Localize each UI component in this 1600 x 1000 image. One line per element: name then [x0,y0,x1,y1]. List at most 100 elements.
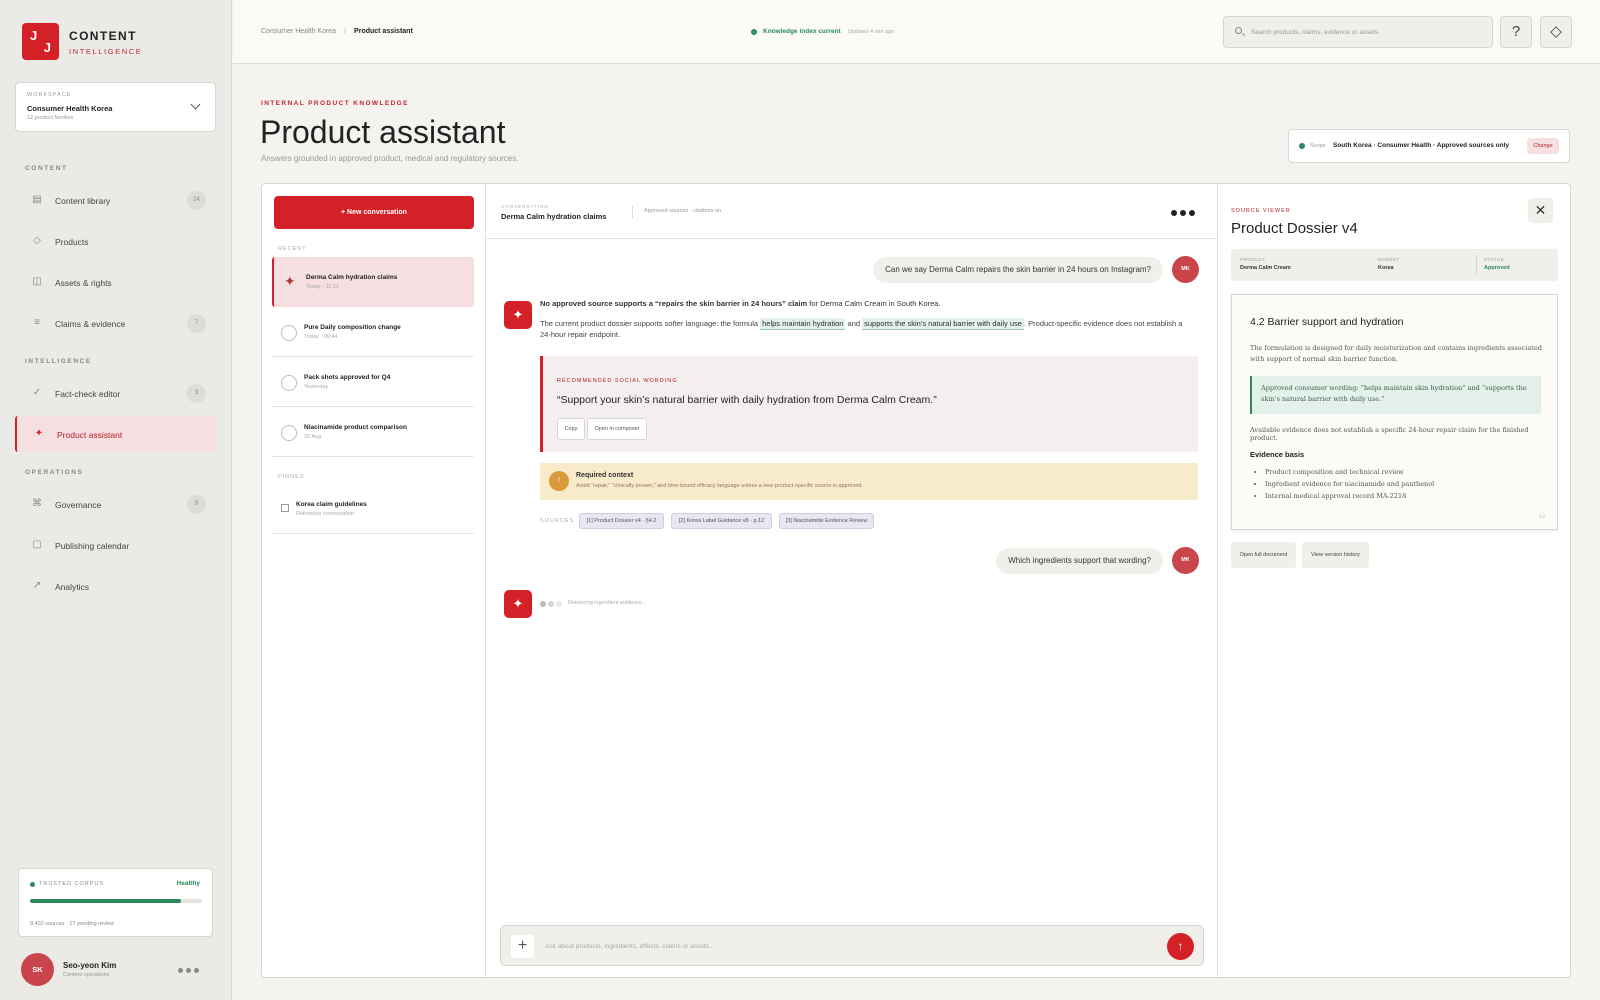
source-chip[interactable]: [2] Korea Label Guidance v8 · p.12 [671,513,772,529]
conversation-item[interactable]: Pure Daily composition change Today · 09… [272,307,474,357]
page-number: 12 [1539,515,1545,520]
message-composer[interactable]: + Ask about products, ingredients, effec… [500,925,1204,966]
scope-label: Scope [1310,143,1326,149]
sources-label: SOURCES [540,518,575,524]
answer-mid: and [845,319,863,328]
meta-key: MARKET [1378,257,1400,262]
section-operations: OPERATIONS [25,469,84,476]
sidebar-item-label: Claims & evidence [55,319,126,329]
corpus-progress-fill [30,899,182,903]
help-button[interactable]: ? [1500,16,1532,48]
circle-icon [281,425,297,441]
sidebar-item-label: Products [55,237,89,247]
sidebar-item-claims-evidence[interactable]: ≡ Claims & evidence 7 [15,305,216,341]
divider [632,206,633,218]
open-in-composer-button[interactable]: Open in composer [587,418,647,440]
doc-highlight-quote: Approved consumer wording: “helps mainta… [1250,376,1541,414]
pinned-label: PINNED [278,474,305,480]
conversation-title: Derma Calm hydration claims [306,274,398,281]
assistant-panel: + New conversation RECENT ✦ Derma Calm h… [261,183,1571,978]
assistant-answer-lead: No approved source supports a “repairs t… [540,298,1194,309]
sidebar-item-governance[interactable]: ⌘ Governance 9 [15,486,216,522]
user-avatar: MK [1172,256,1199,283]
highlight-citation[interactable]: helps maintain hydration [760,318,846,330]
answer-pre: The current product dossier supports sof… [540,319,761,328]
logo-letter-2: J [43,40,51,55]
sidebar-item-analytics[interactable]: ↗ Analytics [15,568,216,604]
source-chip[interactable]: [1] Product Dossier v4 · §4.2 [579,513,664,529]
recent-label: RECENT [278,246,307,252]
conversation-item[interactable]: Korea claim guidelines Reference convers… [272,484,474,534]
send-button[interactable]: ↑ [1167,933,1194,960]
sidebar-item-content-library[interactable]: ▤ Content library 24 [15,182,216,218]
page-eyebrow: INTERNAL PRODUCT KNOWLEDGE [261,100,409,107]
conversation-title: Pack shots approved for Q4 [304,374,391,381]
chevron-down-icon [190,99,201,110]
chat-header-title: Derma Calm hydration claims [501,212,607,221]
search-icon [1235,27,1242,34]
copy-button[interactable]: Copy [557,418,585,440]
meta-key: STATUS [1484,257,1505,262]
status-dot [1299,143,1305,149]
chat-header-meta: Approved sources · citations on [644,208,722,214]
conversation-item[interactable]: Niacinamide product comparison 22 Aug [272,407,474,457]
brand-line-2: INTELLIGENCE [69,47,143,56]
brand-logo[interactable]: J J [22,23,59,60]
warning-icon: ! [549,471,569,491]
source-chip[interactable]: [3] Niacinamide Evidence Review [779,513,874,529]
conversation-item[interactable]: Pack shots approved for Q4 Yesterday [272,357,474,407]
divider [1476,255,1477,275]
conversation-meta: Today · 11:31 [306,284,339,290]
assistant-answer-body: The current product dossier supports sof… [540,318,1194,340]
corpus-label: TRUSTED CORPUS [39,881,105,887]
attach-button[interactable]: + [511,935,534,958]
section-intelligence: INTELLIGENCE [25,358,92,365]
doc-paragraph: The formulation is designed for daily mo… [1250,344,1542,363]
typing-text: Retrieving ingredient evidence... [568,600,647,606]
circle-icon [281,375,297,391]
meta-value: Approved [1484,265,1510,271]
viewer-label: SOURCE VIEWER [1231,208,1291,214]
sidebar-item-publishing-calendar[interactable]: ▢ Publishing calendar [15,527,216,563]
search-input[interactable]: Search products, claims, evidence or ass… [1223,16,1493,48]
workspace-selector[interactable]: WORKSPACE Consumer Health Korea 12 produ… [15,82,216,132]
breadcrumb: Consumer Health Korea / Product assistant [261,28,413,35]
command-icon: ⌘ [32,498,42,509]
status-dot [30,882,35,887]
topbar: Consumer Health Korea / Product assistant … [233,0,1600,64]
sidebar-item-products[interactable]: ◇ Products [15,223,216,259]
workspace-name: Consumer Health Korea [27,104,113,113]
avatar[interactable]: SK [21,953,54,986]
sidebar-item-assets-rights[interactable]: ◫ Assets & rights [15,264,216,300]
close-icon[interactable]: ✕ [1528,198,1553,223]
index-status-text: Knowledge index current [763,28,841,35]
scope-selector: Scope South Korea · Consumer Health · Ap… [1288,129,1570,163]
circle-icon [281,325,297,341]
conversation-item[interactable]: ✦ Derma Calm hydration claims Today · 11… [272,257,474,307]
sidebar-item-product-assistant[interactable]: ✦ Product assistant [15,416,216,452]
corpus-progress-bar [30,899,202,903]
evidence-heading: Evidence basis [1250,450,1305,459]
chat-area: CONVERSATION Derma Calm hydration claims… [486,184,1218,977]
scope-change-button[interactable]: Change [1527,138,1559,154]
sidebar-item-fact-check-editor[interactable]: ✓ Fact-check editor 3 [15,375,216,411]
brand-name: CONTENT INTELLIGENCE [69,29,142,56]
open-full-document-button[interactable]: Open full document [1231,542,1296,568]
conversation-meta: Reference conversation [296,511,355,517]
document-meta: PRODUCT Derma Calm Cream MARKET Korea ST… [1231,249,1558,281]
conversation-title: Niacinamide product comparison [304,424,407,431]
highlight-citation[interactable]: supports the skin’s natural barrier with… [862,318,1024,330]
list-item: Internal medical approval record MA-2218 [1265,490,1434,502]
theme-button[interactable]: ◇ [1540,16,1572,48]
logo-letter-1: J [30,28,38,43]
count-badge: 7 [187,314,206,333]
more-icon[interactable] [178,968,199,973]
doc-paragraph: Available evidence does not establish a … [1250,426,1529,442]
more-icon[interactable] [1171,210,1195,216]
doc-quote-text: Approved consumer wording: “helps mainta… [1261,384,1527,403]
evidence-list: Product composition and technical review… [1265,466,1434,502]
new-conversation-button[interactable]: + New conversation [274,196,474,229]
view-version-history-button[interactable]: View version history [1302,542,1369,568]
sidebar-item-label: Publishing calendar [55,541,130,551]
breadcrumb-root[interactable]: Consumer Health Korea [261,28,336,35]
